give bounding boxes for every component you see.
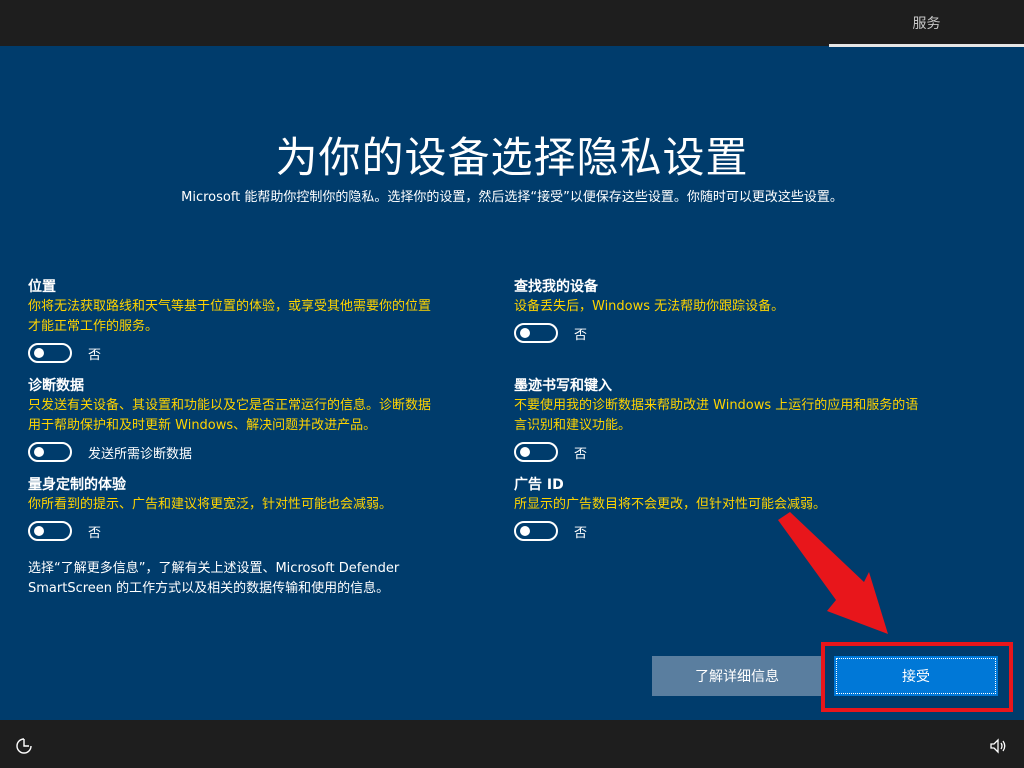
tab-services[interactable]: 服务 [829,0,1024,46]
setting-heading: 位置 [28,279,56,295]
page-subtitle: Microsoft 能帮助你控制你的隐私。选择你的设置，然后选择“接受”以便保存… [181,190,843,205]
tab-selected-underline [829,44,1024,47]
learn-more-button[interactable]: 了解详细信息 [652,656,822,696]
setting-advertising-id: 广告 ID 所显示的广告数目将不会更改，但针对性可能会减弱。 否 [514,475,984,541]
bottom-bar [0,720,1024,768]
setting-tailored-experiences: 量身定制的体验 你所看到的提示、广告和建议将更宽泛，针对性可能也会减弱。 否 [28,475,498,541]
find-my-device-toggle[interactable] [514,323,558,343]
setting-description: 所显示的广告数目将不会更改，但针对性可能会减弱。 [514,497,827,512]
toggle-state-label: 发送所需诊断数据 [88,446,193,462]
setting-description: 才能正常工作的服务。 [28,319,159,334]
toggle-knob [34,447,44,457]
inking-typing-toggle[interactable] [514,442,558,462]
setting-description: 言识别和建议功能。 [514,418,632,433]
tailored-experiences-toggle[interactable] [28,521,72,541]
footnote-line: SmartScreen 的工作方式以及相关的数据传输和使用的信息。 [28,581,390,596]
setting-description: 只发送有关设备、其设置和功能以及它是否正常运行的信息。诊断数据 [28,398,432,413]
annotation-highlight-box [821,642,1013,712]
advertising-id-toggle[interactable] [514,521,558,541]
setting-location: 位置 你将无法获取路线和天气等基于位置的体验，或享受其他需要你的位置 才能正常工… [28,277,498,363]
toggle-state-label: 否 [88,525,102,541]
toggle-state-label: 否 [574,446,588,462]
toggle-state-label: 否 [574,525,588,541]
setting-inking-typing: 墨迹书写和键入 不要使用我的诊断数据来帮助改进 Windows 上运行的应用和服… [514,376,984,462]
setting-heading: 诊断数据 [28,378,84,394]
setting-description: 设备丢失后，Windows 无法帮助你跟踪设备。 [514,299,785,314]
annotation-arrow [778,512,888,634]
toggle-knob [520,447,530,457]
toggle-knob [520,526,530,536]
setting-description: 你将无法获取路线和天气等基于位置的体验，或享受其他需要你的位置 [28,299,432,314]
setting-description: 用于帮助保护和及时更新 Windows、解决问题并改进产品。 [28,418,377,433]
toggle-knob [34,348,44,358]
setting-heading: 墨迹书写和键入 [514,378,612,394]
ease-of-access-icon[interactable] [14,736,34,756]
volume-icon[interactable] [988,736,1008,756]
setting-heading: 广告 ID [514,477,564,493]
setting-heading: 查找我的设备 [514,279,598,295]
setting-find-my-device: 查找我的设备 设备丢失后，Windows 无法帮助你跟踪设备。 否 [514,277,984,343]
toggle-knob [34,526,44,536]
toggle-knob [520,328,530,338]
diagnostics-toggle[interactable] [28,442,72,462]
location-toggle[interactable] [28,343,72,363]
footnote-line: 选择“了解更多信息”，了解有关上述设置、Microsoft Defender [28,561,400,576]
toggle-state-label: 否 [88,347,102,363]
page-title: 为你的设备选择隐私设置 [275,133,749,182]
setting-heading: 量身定制的体验 [28,477,126,493]
setting-description: 不要使用我的诊断数据来帮助改进 Windows 上运行的应用和服务的语 [514,398,919,413]
setting-diagnostics: 诊断数据 只发送有关设备、其设置和功能以及它是否正常运行的信息。诊断数据 用于帮… [28,376,498,462]
setting-description: 你所看到的提示、广告和建议将更宽泛，针对性可能也会减弱。 [28,497,393,512]
toggle-state-label: 否 [574,327,588,343]
learn-more-footnote: 选择“了解更多信息”，了解有关上述设置、Microsoft Defender S… [28,559,458,599]
